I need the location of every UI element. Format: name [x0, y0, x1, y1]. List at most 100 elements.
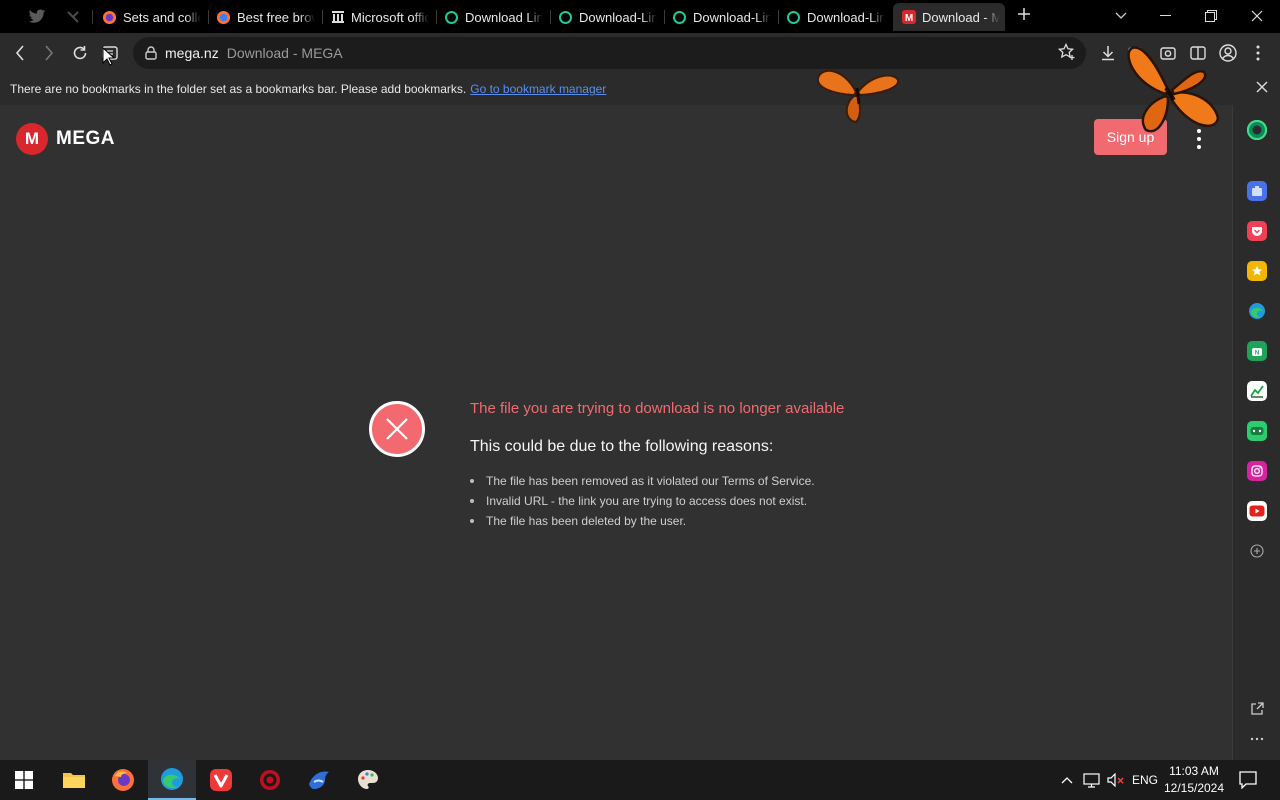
windows-taskbar: ENG 11:03 AM 12/15/2024: [0, 760, 1280, 800]
windows-icon: [15, 771, 33, 789]
butterfly-icon: [816, 69, 900, 124]
ring-icon: [672, 10, 687, 25]
taskbar-app-bird[interactable]: [295, 760, 343, 800]
arrow-left-icon: [15, 45, 24, 61]
language-indicator[interactable]: ENG: [1132, 760, 1158, 800]
sidebar-item-game[interactable]: [1247, 421, 1267, 441]
sidebar-item-edge[interactable]: [1247, 301, 1267, 321]
mega-logo[interactable]: M MEGA: [16, 123, 115, 155]
volume-button[interactable]: [1106, 760, 1126, 800]
sidebar-item-instagram[interactable]: [1247, 461, 1267, 481]
sidebar-add-button[interactable]: [1247, 541, 1267, 561]
tab-title: Download-Link: [807, 9, 885, 25]
chevron-up-icon: [1061, 777, 1073, 784]
address-page-title: Download - MEGA: [226, 45, 343, 61]
sidebar-item-pocket[interactable]: [1247, 221, 1267, 241]
mouse-cursor-icon: [102, 47, 116, 66]
folder-icon: [63, 773, 85, 788]
external-link-icon: [1251, 702, 1264, 715]
show-hidden-icons-button[interactable]: [1058, 760, 1076, 800]
star-icon: [1252, 266, 1262, 276]
forward-button[interactable]: [37, 41, 61, 65]
add-favorite-button[interactable]: [1057, 42, 1076, 64]
plus-circle-icon: [1250, 544, 1264, 558]
firefox-icon: [112, 769, 134, 791]
minimize-button[interactable]: [1142, 0, 1188, 32]
tab-download-mega[interactable]: M Download - MEGA: [893, 3, 1005, 31]
svg-text:M: M: [904, 13, 912, 24]
settings-menu-button[interactable]: [1246, 41, 1270, 65]
tab-microsoft-office[interactable]: Microsoft office: [322, 3, 434, 31]
gamepad-icon: [1250, 427, 1264, 435]
bird-icon: [309, 771, 329, 789]
error-subtitle: This could be due to the following reaso…: [470, 438, 774, 455]
more-horizontal-icon: [1250, 737, 1264, 741]
sidebar-item-youtube[interactable]: [1247, 501, 1267, 521]
gear-icon: [260, 770, 280, 790]
sidebar-item-app-n[interactable]: N: [1247, 341, 1267, 361]
edge-icon: [1249, 303, 1265, 319]
bookmark-manager-link[interactable]: Go to bookmark manager: [470, 82, 606, 96]
sidebar-item-chart[interactable]: [1247, 381, 1267, 401]
tab-download-link-3[interactable]: Download-Link: [664, 3, 776, 31]
reasons-list: The file has been removed as it violated…: [470, 471, 815, 531]
pinned-tab-2[interactable]: [58, 4, 88, 30]
reload-button[interactable]: [68, 41, 92, 65]
taskbar-app-red[interactable]: [246, 760, 294, 800]
taskbar-firefox[interactable]: [99, 760, 147, 800]
mega-logo-text: MEGA: [56, 128, 115, 149]
downloads-button[interactable]: [1096, 41, 1120, 65]
bird-icon: [28, 9, 46, 23]
close-bookmarks-bar-button[interactable]: [1256, 81, 1268, 96]
app-icon: [67, 11, 79, 23]
network-button[interactable]: [1082, 760, 1100, 800]
browser-toolbar: mega.nz Download - MEGA: [0, 33, 1280, 73]
notifications-button[interactable]: [1236, 760, 1260, 800]
notification-icon: [1239, 771, 1257, 789]
close-icon: [1251, 10, 1263, 22]
sidebar-item-favorites[interactable]: [1247, 261, 1267, 281]
tab-title: Download - MEGA: [922, 9, 1000, 25]
tab-title: Best free browsers: [237, 9, 315, 25]
lock-icon: [145, 46, 157, 60]
copilot-button[interactable]: [1247, 120, 1267, 140]
restore-button[interactable]: [1188, 0, 1234, 32]
star-plus-icon: [1057, 42, 1075, 60]
tab-strip: Sets and collections Best free browsers …: [0, 0, 1280, 33]
taskbar-edge[interactable]: [148, 760, 196, 800]
taskbar-clock[interactable]: 11:03 AM 12/15/2024: [1162, 763, 1226, 797]
tab-download-link-2[interactable]: Download-Link: [550, 3, 662, 31]
sidebar-more-button[interactable]: [1247, 729, 1267, 749]
start-button[interactable]: [0, 760, 48, 800]
list-item: The file has been deleted by the user.: [470, 511, 815, 531]
more-vertical-icon: [1256, 45, 1260, 61]
palette-icon: [358, 770, 378, 789]
ring-icon: [558, 10, 573, 25]
open-in-new-window-button[interactable]: [1247, 699, 1267, 719]
mega-icon: M: [901, 10, 916, 25]
tab-best-free-browsers[interactable]: Best free browsers: [208, 3, 320, 31]
chart-icon: [1250, 385, 1264, 398]
pinned-tab-twitter[interactable]: [22, 4, 52, 30]
taskbar-app-palette[interactable]: [344, 760, 392, 800]
tab-sets-and-collections[interactable]: Sets and collections: [94, 3, 206, 31]
back-button[interactable]: [8, 41, 32, 65]
new-tab-button[interactable]: [1012, 4, 1036, 28]
tab-title: Download-Link: [579, 9, 657, 25]
close-window-button[interactable]: [1234, 0, 1280, 32]
close-icon: [1256, 81, 1268, 93]
reload-icon: [73, 46, 87, 60]
list-item: Invalid URL - the link you are trying to…: [470, 491, 815, 511]
volume-muted-icon: [1107, 773, 1124, 787]
tab-download-link-4[interactable]: Download-Link: [778, 3, 890, 31]
butterfly-icon: [1127, 46, 1220, 133]
taskbar-file-explorer[interactable]: [50, 760, 98, 800]
taskbar-vivaldi[interactable]: [197, 760, 245, 800]
app-n-icon: N: [1252, 348, 1262, 357]
network-icon: [1082, 772, 1100, 788]
tab-search-button[interactable]: [1098, 0, 1144, 32]
svg-text:N: N: [1255, 351, 1259, 357]
address-bar[interactable]: mega.nz Download - MEGA: [133, 37, 1086, 69]
tab-download-link-1[interactable]: Download Link: [436, 3, 548, 31]
sidebar-item-tools[interactable]: [1247, 181, 1267, 201]
